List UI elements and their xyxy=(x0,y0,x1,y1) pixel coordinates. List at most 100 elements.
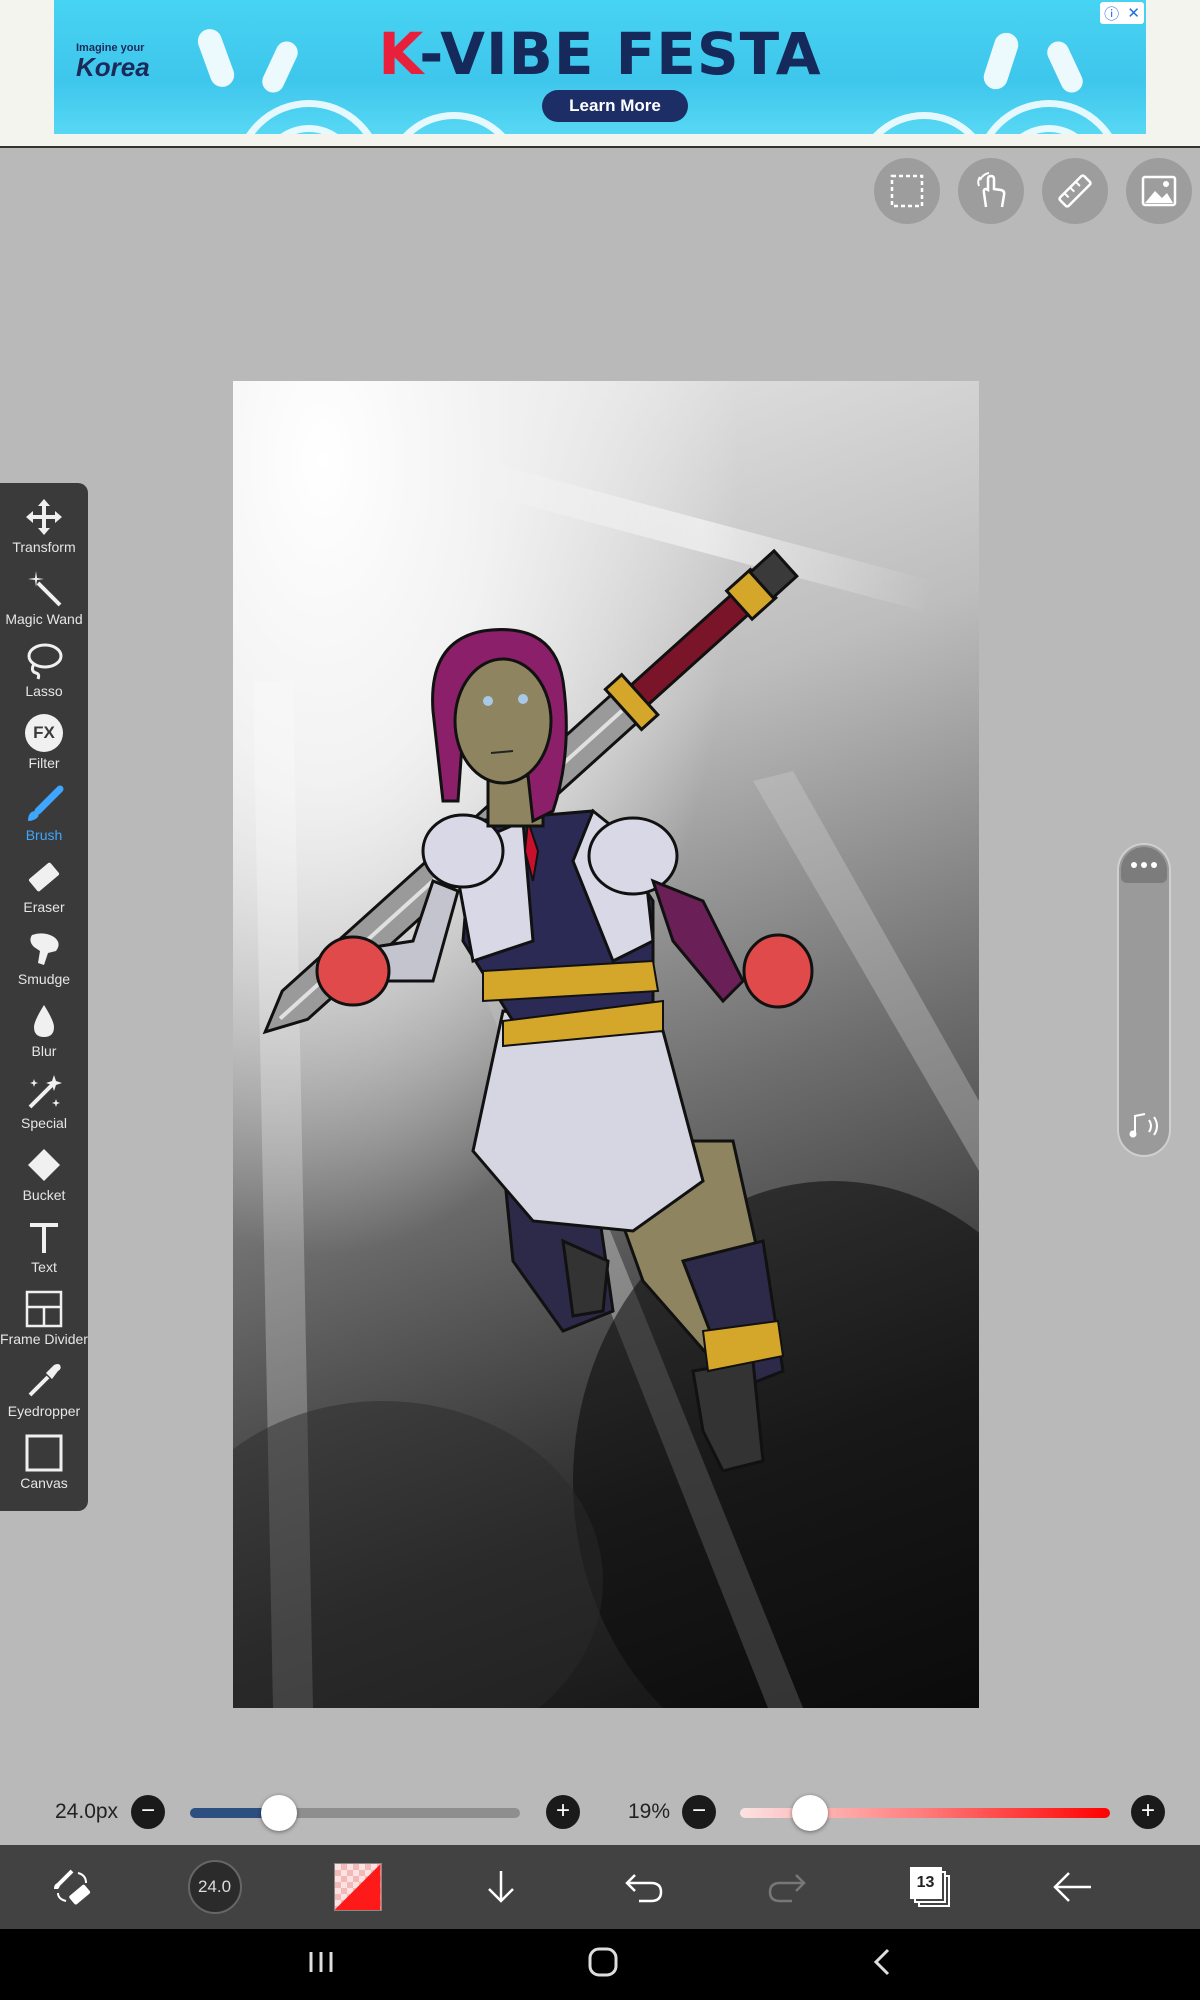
undo-button[interactable] xyxy=(572,1845,715,1929)
tool-special[interactable]: Special xyxy=(0,1071,88,1143)
sparkle-icon xyxy=(28,1075,62,1109)
reference-image-icon xyxy=(1141,175,1177,207)
tool-magic-wand[interactable]: Magic Wand xyxy=(0,567,88,639)
brush-size-preview: 24.0 xyxy=(187,1860,242,1914)
home-icon xyxy=(588,1947,618,1977)
more-dots-icon xyxy=(1131,862,1157,868)
ruler-button[interactable] xyxy=(1042,158,1108,224)
brush-settings-button[interactable]: 24.0 xyxy=(143,1845,286,1929)
eraser-icon xyxy=(28,862,60,892)
drop-icon xyxy=(34,1005,54,1037)
gesture-icon xyxy=(977,172,1006,208)
drawing-canvas[interactable] xyxy=(233,381,979,1708)
more-options-button[interactable] xyxy=(1121,847,1167,883)
tool-label: Text xyxy=(31,1259,57,1275)
brush-icon xyxy=(28,785,64,821)
undo-icon xyxy=(624,1874,662,1903)
selection-button[interactable] xyxy=(874,158,940,224)
tool-label: Magic Wand xyxy=(5,611,83,627)
tool-label: Frame Divider xyxy=(0,1331,88,1347)
system-nav-bar xyxy=(0,1929,1200,2000)
quick-tool-button[interactable] xyxy=(0,1845,143,1929)
tool-label: Transform xyxy=(12,539,76,555)
info-icon[interactable]: ⓘ xyxy=(1104,3,1119,24)
gesture-button[interactable] xyxy=(958,158,1024,224)
top-toolbar xyxy=(874,158,1192,224)
lasso-icon xyxy=(27,643,63,680)
ad-area: Imagine your Korea K-VIBE FESTA Learn Mo… xyxy=(0,0,1200,148)
selection-icon xyxy=(890,174,924,208)
recent-apps-icon xyxy=(309,1952,333,1972)
tool-lasso[interactable]: Lasso xyxy=(0,639,88,711)
ad-decoration xyxy=(384,112,524,134)
chevron-left-icon xyxy=(874,1948,890,1976)
bottom-toolbar: 24.0 13 xyxy=(0,1845,1200,1929)
reference-image-button[interactable] xyxy=(1126,158,1192,224)
tool-label: Eraser xyxy=(23,899,65,915)
tool-label: Eyedropper xyxy=(7,1403,81,1419)
tool-brush[interactable]: Brush xyxy=(0,783,88,855)
tool-label: Bucket xyxy=(22,1187,66,1203)
artwork-illustration xyxy=(233,461,979,1708)
magic-wand-icon xyxy=(28,571,62,607)
tool-label: Special xyxy=(21,1115,67,1131)
tool-smudge[interactable]: Smudge xyxy=(0,927,88,999)
tool-eraser[interactable]: Eraser xyxy=(0,855,88,927)
close-icon[interactable]: ✕ xyxy=(1127,4,1140,22)
tool-transform[interactable]: Transform xyxy=(0,495,88,567)
tool-frame-divider[interactable]: Frame Divider xyxy=(0,1287,88,1359)
layers-button[interactable]: 13 xyxy=(858,1845,1001,1929)
size-increase-button[interactable]: + xyxy=(546,1795,580,1829)
opacity-slider-knob[interactable] xyxy=(792,1795,829,1831)
color-picker-button[interactable] xyxy=(286,1845,429,1929)
ad-title-k: K xyxy=(378,20,420,88)
learn-more-button[interactable]: Learn More xyxy=(542,90,688,122)
back-button[interactable] xyxy=(1001,1845,1144,1929)
opacity-increase-button[interactable]: + xyxy=(1131,1795,1165,1829)
tool-text[interactable]: Text xyxy=(0,1215,88,1287)
brush-size-value: 24.0px xyxy=(55,1800,119,1823)
sound-button[interactable] xyxy=(1129,1112,1163,1145)
home-button[interactable] xyxy=(587,1946,619,1983)
tool-label: Brush xyxy=(25,827,63,843)
ad-title: K-VIBE FESTA xyxy=(54,20,1146,88)
size-slider-knob[interactable] xyxy=(261,1795,298,1831)
tool-canvas[interactable]: Canvas xyxy=(0,1431,88,1503)
arrow-left-icon xyxy=(1052,1872,1091,1902)
tool-blur[interactable]: Blur xyxy=(0,999,88,1071)
tool-label: Lasso xyxy=(25,683,63,699)
slider-row: 24.0px − + 19% − + xyxy=(0,1790,1200,1836)
download-button[interactable] xyxy=(429,1845,572,1929)
music-note-icon xyxy=(1129,1113,1158,1138)
size-decrease-button[interactable]: − xyxy=(131,1795,165,1829)
tool-label: Blur xyxy=(31,1043,57,1059)
canvas-icon xyxy=(25,1434,63,1472)
opacity-value: 19% xyxy=(628,1800,671,1823)
ruler-icon xyxy=(1058,174,1092,208)
ad-decoration xyxy=(854,112,994,134)
redo-button[interactable] xyxy=(715,1845,858,1929)
layers-icon: 13 xyxy=(909,1867,950,1907)
recent-apps-button[interactable] xyxy=(306,1948,336,1981)
opacity-decrease-button[interactable]: − xyxy=(682,1795,716,1829)
ad-controls: ⓘ ✕ xyxy=(1100,2,1144,24)
bucket-icon xyxy=(28,1149,60,1181)
redo-icon xyxy=(768,1874,806,1903)
ad-title-rest: -VIBE FESTA xyxy=(419,20,822,88)
tool-bucket[interactable]: Bucket xyxy=(0,1143,88,1215)
color-swatch xyxy=(333,1863,382,1911)
tool-label: Smudge xyxy=(17,971,71,987)
side-scroller[interactable] xyxy=(1117,843,1171,1157)
ad-banner[interactable]: Imagine your Korea K-VIBE FESTA Learn Mo… xyxy=(54,0,1146,134)
brush-eraser-swap-icon xyxy=(53,1869,90,1905)
fx-icon: FX xyxy=(25,714,63,752)
frame-divider-icon xyxy=(25,1290,63,1328)
tool-label: Filter xyxy=(28,755,60,771)
tool-eyedropper[interactable]: Eyedropper xyxy=(0,1359,88,1431)
system-back-button[interactable] xyxy=(870,1947,894,1982)
text-icon xyxy=(30,1223,58,1253)
move-icon xyxy=(26,499,62,535)
smudge-icon xyxy=(30,933,59,965)
layer-count: 13 xyxy=(909,1867,942,1899)
tool-filter[interactable]: FX Filter xyxy=(0,711,88,783)
